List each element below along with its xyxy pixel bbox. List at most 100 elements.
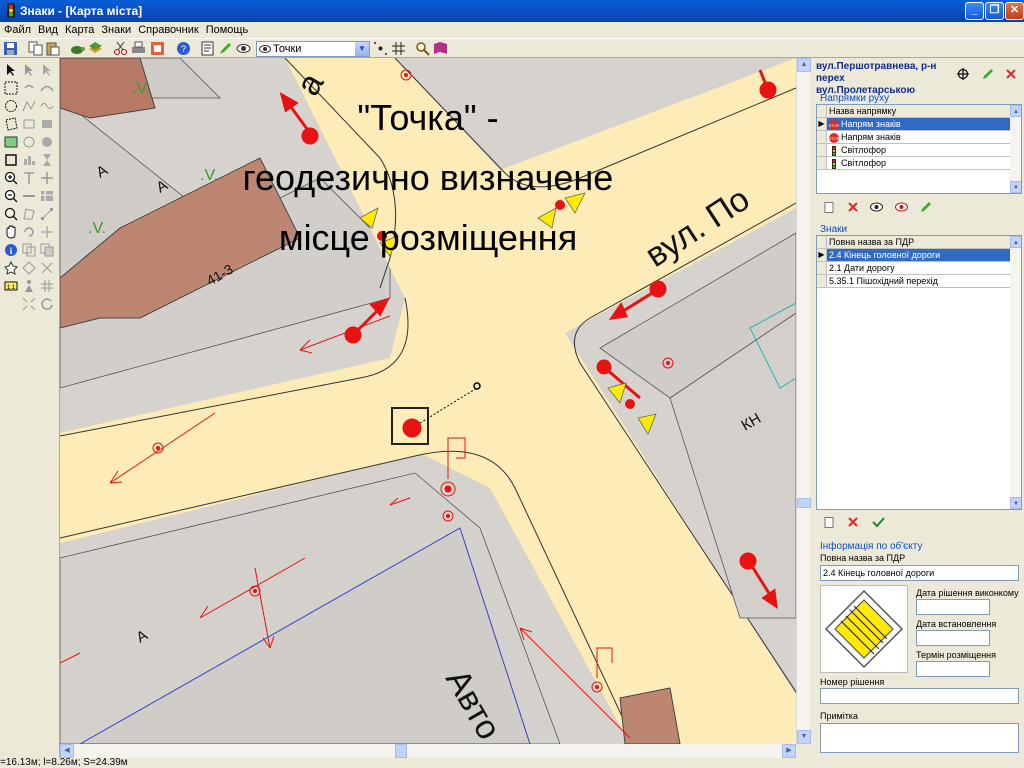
menu-view[interactable]: Вид	[34, 22, 61, 36]
scroll-up-button[interactable]: ▲	[1010, 236, 1021, 248]
duplicate-icon[interactable]	[40, 243, 54, 257]
close-button[interactable]: ✕	[1005, 2, 1024, 20]
table-row[interactable]: STOP Напрям знаків	[817, 131, 1021, 144]
node-edit-icon[interactable]	[40, 207, 54, 221]
pencil-icon[interactable]	[218, 41, 233, 56]
ellipse-icon[interactable]	[22, 135, 36, 149]
curve-icon[interactable]	[40, 81, 54, 95]
export-icon[interactable]	[150, 41, 165, 56]
properties-icon[interactable]	[200, 41, 215, 56]
scroll-down-button[interactable]: ▼	[797, 730, 811, 744]
edit-icon[interactable]	[920, 201, 932, 213]
diamond-icon[interactable]	[22, 261, 36, 275]
rectangle-icon[interactable]	[22, 117, 36, 131]
expand-icon[interactable]	[22, 297, 36, 311]
signs-scrollbar[interactable]: ▲ ▼	[1010, 236, 1021, 509]
scroll-left-button[interactable]: ◀	[60, 744, 74, 758]
menu-file[interactable]: Файл	[0, 22, 34, 36]
map-canvas[interactable]: .V. .V. .V. А А А 41-3 КН вул. По Авто а	[60, 58, 796, 744]
poly-select-icon[interactable]	[4, 117, 18, 131]
scroll-up-button[interactable]: ▲	[1010, 105, 1021, 117]
grid-icon[interactable]	[391, 41, 406, 56]
hourglass-icon[interactable]	[40, 153, 54, 167]
checkmark-icon[interactable]	[872, 516, 885, 528]
copy-object-icon[interactable]	[22, 243, 36, 257]
view-icon[interactable]	[236, 41, 251, 56]
select-arrow-icon[interactable]	[4, 63, 18, 77]
select-node-icon[interactable]	[22, 63, 36, 77]
map-horizontal-scrollbar[interactable]: ◀ ▶	[60, 744, 796, 758]
rotate-icon[interactable]	[22, 225, 36, 239]
install-date-field[interactable]	[916, 630, 990, 646]
map-vertical-scrollbar[interactable]: ▲ ▼	[796, 58, 811, 744]
menu-reference[interactable]: Справочник	[134, 22, 202, 36]
minimize-button[interactable]: _	[965, 2, 984, 20]
zoom-in-icon[interactable]	[4, 171, 18, 185]
view-icon[interactable]	[870, 201, 883, 213]
zoom-out-icon[interactable]	[4, 189, 18, 203]
directions-scrollbar[interactable]: ▲ ▼	[1010, 105, 1021, 193]
paste-icon[interactable]	[45, 41, 60, 56]
map-icon[interactable]	[4, 135, 18, 149]
scale-icon[interactable]: 1:1	[4, 279, 18, 293]
crosshair-icon[interactable]	[957, 68, 969, 80]
table-row[interactable]: ▶ 2.4 Кінець головної дороги	[817, 249, 1021, 262]
select-arrow-alt-icon[interactable]	[40, 63, 54, 77]
scissors-icon[interactable]	[40, 261, 54, 275]
text-icon[interactable]	[22, 171, 36, 185]
frame-icon[interactable]	[4, 153, 18, 167]
table-icon[interactable]	[40, 189, 54, 203]
layer-select[interactable]: Точки ▼	[256, 41, 370, 57]
table-row[interactable]: ▶ STOP Напрям знаків	[817, 118, 1021, 131]
edit-icon[interactable]	[982, 68, 994, 80]
pan-hand-icon[interactable]	[4, 225, 18, 239]
maximize-button[interactable]: ❐	[985, 2, 1004, 20]
search-icon[interactable]	[415, 41, 430, 56]
decision-number-field[interactable]	[820, 688, 1019, 704]
new-icon[interactable]	[824, 202, 835, 213]
cut-icon[interactable]	[113, 41, 128, 56]
table-row[interactable]: Світлофор	[817, 144, 1021, 157]
rect-select-icon[interactable]	[4, 81, 18, 95]
scroll-up-button[interactable]: ▲	[797, 58, 811, 72]
decision-date-field[interactable]	[916, 599, 990, 615]
scroll-down-button[interactable]: ▼	[1010, 497, 1021, 509]
new-icon[interactable]	[824, 517, 835, 528]
placement-term-field[interactable]	[916, 661, 990, 677]
star-icon[interactable]	[4, 261, 18, 275]
scroll-thumb[interactable]	[797, 498, 811, 508]
undo-icon[interactable]	[22, 81, 36, 95]
menu-help[interactable]: Помощь	[202, 22, 252, 36]
table-row[interactable]: Світлофор	[817, 157, 1021, 170]
delete-icon[interactable]	[847, 201, 859, 213]
filled-circle-icon[interactable]	[40, 135, 54, 149]
scroll-down-button[interactable]: ▼	[1010, 181, 1021, 193]
turtle-icon[interactable]	[70, 41, 85, 56]
chart-icon[interactable]	[22, 153, 36, 167]
chevron-down-icon[interactable]: ▼	[355, 42, 369, 56]
menu-map[interactable]: Карта	[61, 22, 97, 36]
circle-select-icon[interactable]	[4, 99, 18, 113]
delete-icon[interactable]	[1005, 68, 1017, 80]
table-row[interactable]: 2.1 Дати дорогу	[817, 262, 1021, 275]
crosshair-icon[interactable]	[40, 171, 54, 185]
zoom-window-icon[interactable]	[4, 207, 18, 221]
book-icon[interactable]	[433, 41, 448, 56]
scroll-right-button[interactable]: ▶	[782, 744, 796, 758]
person-icon[interactable]	[22, 279, 36, 293]
refresh-icon[interactable]	[40, 297, 54, 311]
copy-icon[interactable]	[28, 41, 43, 56]
print-icon[interactable]	[131, 41, 146, 56]
delete-icon[interactable]	[847, 516, 859, 528]
polygon-icon[interactable]	[22, 207, 36, 221]
help-icon[interactable]: ?	[176, 41, 191, 56]
note-field[interactable]	[820, 723, 1019, 753]
snap-points-icon[interactable]	[373, 41, 388, 56]
table-row[interactable]: 5.35.1 Пішохідний перехід	[817, 275, 1021, 288]
map-drawing[interactable]: .V. .V. .V. А А А 41-3 КН вул. По Авто а	[60, 58, 796, 744]
save-icon[interactable]	[3, 41, 18, 56]
line-icon[interactable]	[22, 189, 36, 203]
full-name-field[interactable]: 2.4 Кінець головної дороги	[820, 565, 1019, 581]
filled-rect-icon[interactable]	[40, 117, 54, 131]
layers-icon[interactable]	[88, 41, 103, 56]
